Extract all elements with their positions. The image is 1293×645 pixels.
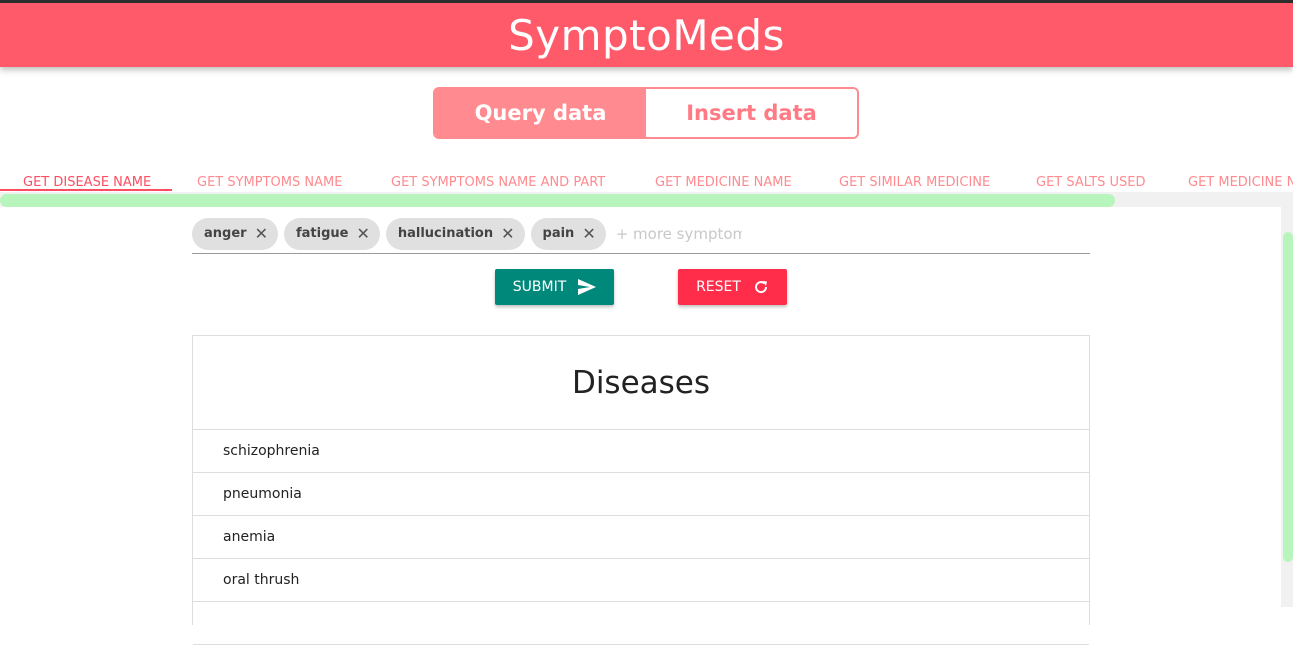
chip-label: hallucination (397, 226, 494, 241)
refresh-icon (753, 279, 769, 295)
symptom-chip: hallucination ✕ (385, 217, 525, 250)
list-item[interactable]: pneumonia (193, 473, 1089, 516)
symptom-chip: fatigue ✕ (283, 217, 380, 250)
horizontal-scrollbar-thumb[interactable] (0, 194, 1115, 207)
list-item[interactable]: schizophrenia (193, 430, 1089, 473)
tab-get-salts-used[interactable]: GET SALTS USED (1036, 175, 1146, 190)
insert-data-button[interactable]: Insert data (646, 89, 857, 137)
close-icon[interactable]: ✕ (582, 225, 595, 242)
submit-label: SUBMIT (512, 279, 567, 295)
list-item[interactable]: oral thrush (193, 559, 1089, 602)
chip-label: fatigue (295, 226, 349, 241)
symptom-chip: pain ✕ (530, 217, 606, 250)
diseases-results-panel: Diseases schizophrenia pneumonia anemia … (192, 335, 1090, 645)
active-tab-indicator (0, 189, 172, 191)
mode-toggle: Query data Insert data (433, 87, 859, 139)
close-icon[interactable]: ✕ (255, 225, 268, 242)
app-title: SymptoMeds (508, 10, 785, 60)
tab-get-symptoms-name[interactable]: GET SYMPTOMS NAME (197, 175, 342, 190)
list-item[interactable]: anemia (193, 516, 1089, 559)
reset-label: RESET (696, 279, 741, 295)
tab-get-disease-name[interactable]: GET DISEASE NAME (23, 175, 151, 190)
chip-label: pain (542, 226, 575, 241)
more-symptoms-input[interactable] (611, 224, 742, 243)
symptoms-chip-input: anger ✕ fatigue ✕ hallucination ✕ pain ✕ (192, 214, 1090, 254)
query-data-button[interactable]: Query data (435, 89, 646, 137)
app-header: SymptoMeds (0, 3, 1293, 67)
submit-button[interactable]: SUBMIT (495, 269, 614, 305)
tab-get-symptoms-name-and-part[interactable]: GET SYMPTOMS NAME AND PART (391, 175, 605, 190)
symptom-chip: anger ✕ (192, 217, 278, 250)
chip-label: anger (204, 226, 247, 241)
close-icon[interactable]: ✕ (356, 225, 369, 242)
tab-get-medicine-name[interactable]: GET MEDICINE NAME (655, 175, 792, 190)
reset-button[interactable]: RESET (678, 269, 787, 305)
tab-get-similar-medicine[interactable]: GET SIMILAR MEDICINE (839, 175, 990, 190)
vertical-scrollbar-thumb[interactable] (1283, 232, 1293, 562)
results-title: Diseases (193, 336, 1089, 430)
tab-get-medicine-n[interactable]: GET MEDICINE N (1188, 175, 1293, 190)
send-icon (578, 279, 597, 295)
list-item[interactable] (193, 602, 1089, 645)
close-icon[interactable]: ✕ (501, 225, 514, 242)
